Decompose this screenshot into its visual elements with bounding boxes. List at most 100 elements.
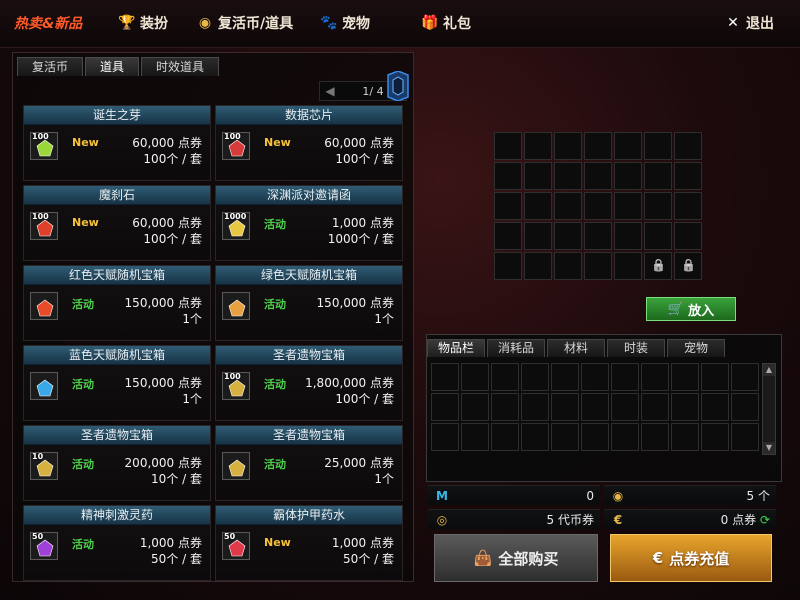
inventory-slot[interactable] xyxy=(701,363,729,391)
tab-fashion[interactable]: 时装 xyxy=(607,339,665,357)
inventory-slot[interactable] xyxy=(641,363,669,391)
inventory-slot[interactable] xyxy=(551,363,579,391)
item-card[interactable]: 圣者遗物宝箱 活动 25,000 点券 1个 xyxy=(215,425,403,501)
item-thumbnail[interactable] xyxy=(222,452,250,480)
item-card[interactable]: 绿色天赋随机宝箱 活动 150,000 点券 1个 xyxy=(215,265,403,341)
inventory-slot[interactable] xyxy=(731,363,759,391)
inventory-slot[interactable] xyxy=(581,393,609,421)
cart-slot[interactable] xyxy=(644,222,672,250)
inventory-slot[interactable] xyxy=(521,393,549,421)
put-in-button[interactable]: 🛒 放入 xyxy=(646,297,736,321)
item-card[interactable]: 诞生之芽 100 New 60,000 点券 100个 / 套 xyxy=(23,105,211,181)
cart-slot[interactable] xyxy=(614,222,642,250)
cart-slot[interactable] xyxy=(674,192,702,220)
cart-slot[interactable] xyxy=(494,132,522,160)
inventory-slot[interactable] xyxy=(581,423,609,451)
item-thumbnail[interactable] xyxy=(30,292,58,320)
inventory-slot[interactable] xyxy=(641,393,669,421)
cart-slot[interactable] xyxy=(614,192,642,220)
item-thumbnail[interactable]: 50 xyxy=(222,532,250,560)
cart-slot[interactable] xyxy=(554,162,582,190)
cart-slot[interactable] xyxy=(584,192,612,220)
cart-slot[interactable] xyxy=(524,192,552,220)
prev-page-button[interactable]: ◀ xyxy=(320,84,340,98)
refresh-icon[interactable]: ⟳ xyxy=(760,513,770,527)
inventory-slot[interactable] xyxy=(701,393,729,421)
inventory-slot[interactable] xyxy=(671,363,699,391)
cart-slot[interactable] xyxy=(494,192,522,220)
exit-button[interactable]: ✕ 退出 xyxy=(724,12,774,34)
cart-slot[interactable] xyxy=(584,162,612,190)
inventory-slot[interactable] xyxy=(491,393,519,421)
item-card[interactable]: 圣者遗物宝箱 10 活动 200,000 点券 10个 / 套 xyxy=(23,425,211,501)
buy-all-button[interactable]: 👜 全部购买 xyxy=(434,534,598,582)
tab-items[interactable]: 道具 xyxy=(85,57,140,76)
inventory-slot[interactable] xyxy=(641,423,669,451)
inventory-slot[interactable] xyxy=(671,393,699,421)
tab-materials[interactable]: 材料 xyxy=(547,339,605,357)
cart-slot[interactable] xyxy=(524,132,552,160)
inventory-scrollbar[interactable]: ▲ ▼ xyxy=(762,363,776,455)
tab-timed-items[interactable]: 时效道具 xyxy=(141,57,220,76)
cart-slot[interactable] xyxy=(644,192,672,220)
tab-pets[interactable]: 宠物 xyxy=(667,339,725,357)
inventory-slot[interactable] xyxy=(521,423,549,451)
item-thumbnail[interactable]: 100 xyxy=(222,372,250,400)
cart-slot[interactable] xyxy=(494,162,522,190)
item-thumbnail[interactable]: 50 xyxy=(30,532,58,560)
item-thumbnail[interactable]: 10 xyxy=(30,452,58,480)
inventory-slot[interactable] xyxy=(581,363,609,391)
item-card[interactable]: 深渊派对邀请函 1000 活动 1,000 点券 1000个 / 套 xyxy=(215,185,403,261)
cart-slot[interactable] xyxy=(584,222,612,250)
cart-slot[interactable] xyxy=(674,222,702,250)
item-thumbnail[interactable] xyxy=(222,292,250,320)
inventory-slot[interactable] xyxy=(491,423,519,451)
item-thumbnail[interactable]: 100 xyxy=(222,132,250,160)
cart-slot[interactable] xyxy=(524,162,552,190)
inventory-slot[interactable] xyxy=(551,423,579,451)
cart-slot[interactable] xyxy=(614,132,642,160)
tab-inventory[interactable]: 物品栏 xyxy=(427,339,485,357)
item-card[interactable]: 数据芯片 100 New 60,000 点券 100个 / 套 xyxy=(215,105,403,181)
tab-revive-coin[interactable]: 复活币 xyxy=(17,57,84,76)
inventory-slot[interactable] xyxy=(611,363,639,391)
nav-coin-items[interactable]: ◉ 复活币/道具 xyxy=(196,12,293,34)
cart-slot[interactable] xyxy=(554,132,582,160)
item-thumbnail[interactable] xyxy=(30,372,58,400)
nav-pet[interactable]: 🐾 宠物 xyxy=(320,12,370,34)
cart-slot[interactable] xyxy=(674,132,702,160)
item-thumbnail[interactable]: 1000 xyxy=(222,212,250,240)
scroll-down-icon[interactable]: ▼ xyxy=(763,442,775,454)
inventory-slot[interactable] xyxy=(701,423,729,451)
inventory-slot[interactable] xyxy=(431,393,459,421)
item-card[interactable]: 蓝色天赋随机宝箱 活动 150,000 点券 1个 xyxy=(23,345,211,421)
item-card[interactable]: 霸体护甲药水 50 New 1,000 点券 50个 / 套 xyxy=(215,505,403,581)
scroll-up-icon[interactable]: ▲ xyxy=(763,364,775,376)
nav-dress[interactable]: 🏆 装扮 xyxy=(118,12,168,34)
cart-slot[interactable] xyxy=(524,252,552,280)
nav-gift[interactable]: 🎁 礼包 xyxy=(421,12,471,34)
tab-consumables[interactable]: 消耗品 xyxy=(487,339,545,357)
inventory-slot[interactable] xyxy=(611,423,639,451)
nav-hot-new[interactable]: 热卖&新品 xyxy=(14,12,82,34)
item-card[interactable]: 红色天赋随机宝箱 活动 150,000 点券 1个 xyxy=(23,265,211,341)
cart-slot[interactable] xyxy=(524,222,552,250)
inventory-slot[interactable] xyxy=(431,423,459,451)
inventory-slot[interactable] xyxy=(491,363,519,391)
cart-slot[interactable] xyxy=(554,192,582,220)
cart-slot[interactable] xyxy=(554,252,582,280)
inventory-slot[interactable] xyxy=(731,393,759,421)
inventory-slot[interactable] xyxy=(731,423,759,451)
inventory-slot[interactable] xyxy=(431,363,459,391)
cart-slot[interactable] xyxy=(584,132,612,160)
inventory-slot[interactable] xyxy=(551,393,579,421)
cart-slot[interactable] xyxy=(644,162,672,190)
item-card[interactable]: 精神刺激灵药 50 活动 1,000 点券 50个 / 套 xyxy=(23,505,211,581)
cart-slot[interactable] xyxy=(614,252,642,280)
cart-slot[interactable] xyxy=(614,162,642,190)
inventory-slot[interactable] xyxy=(461,363,489,391)
item-card[interactable]: 圣者遗物宝箱 100 活动 1,800,000 点券 100个 / 套 xyxy=(215,345,403,421)
inventory-slot[interactable] xyxy=(521,363,549,391)
inventory-slot[interactable] xyxy=(461,423,489,451)
inventory-slot[interactable] xyxy=(461,393,489,421)
